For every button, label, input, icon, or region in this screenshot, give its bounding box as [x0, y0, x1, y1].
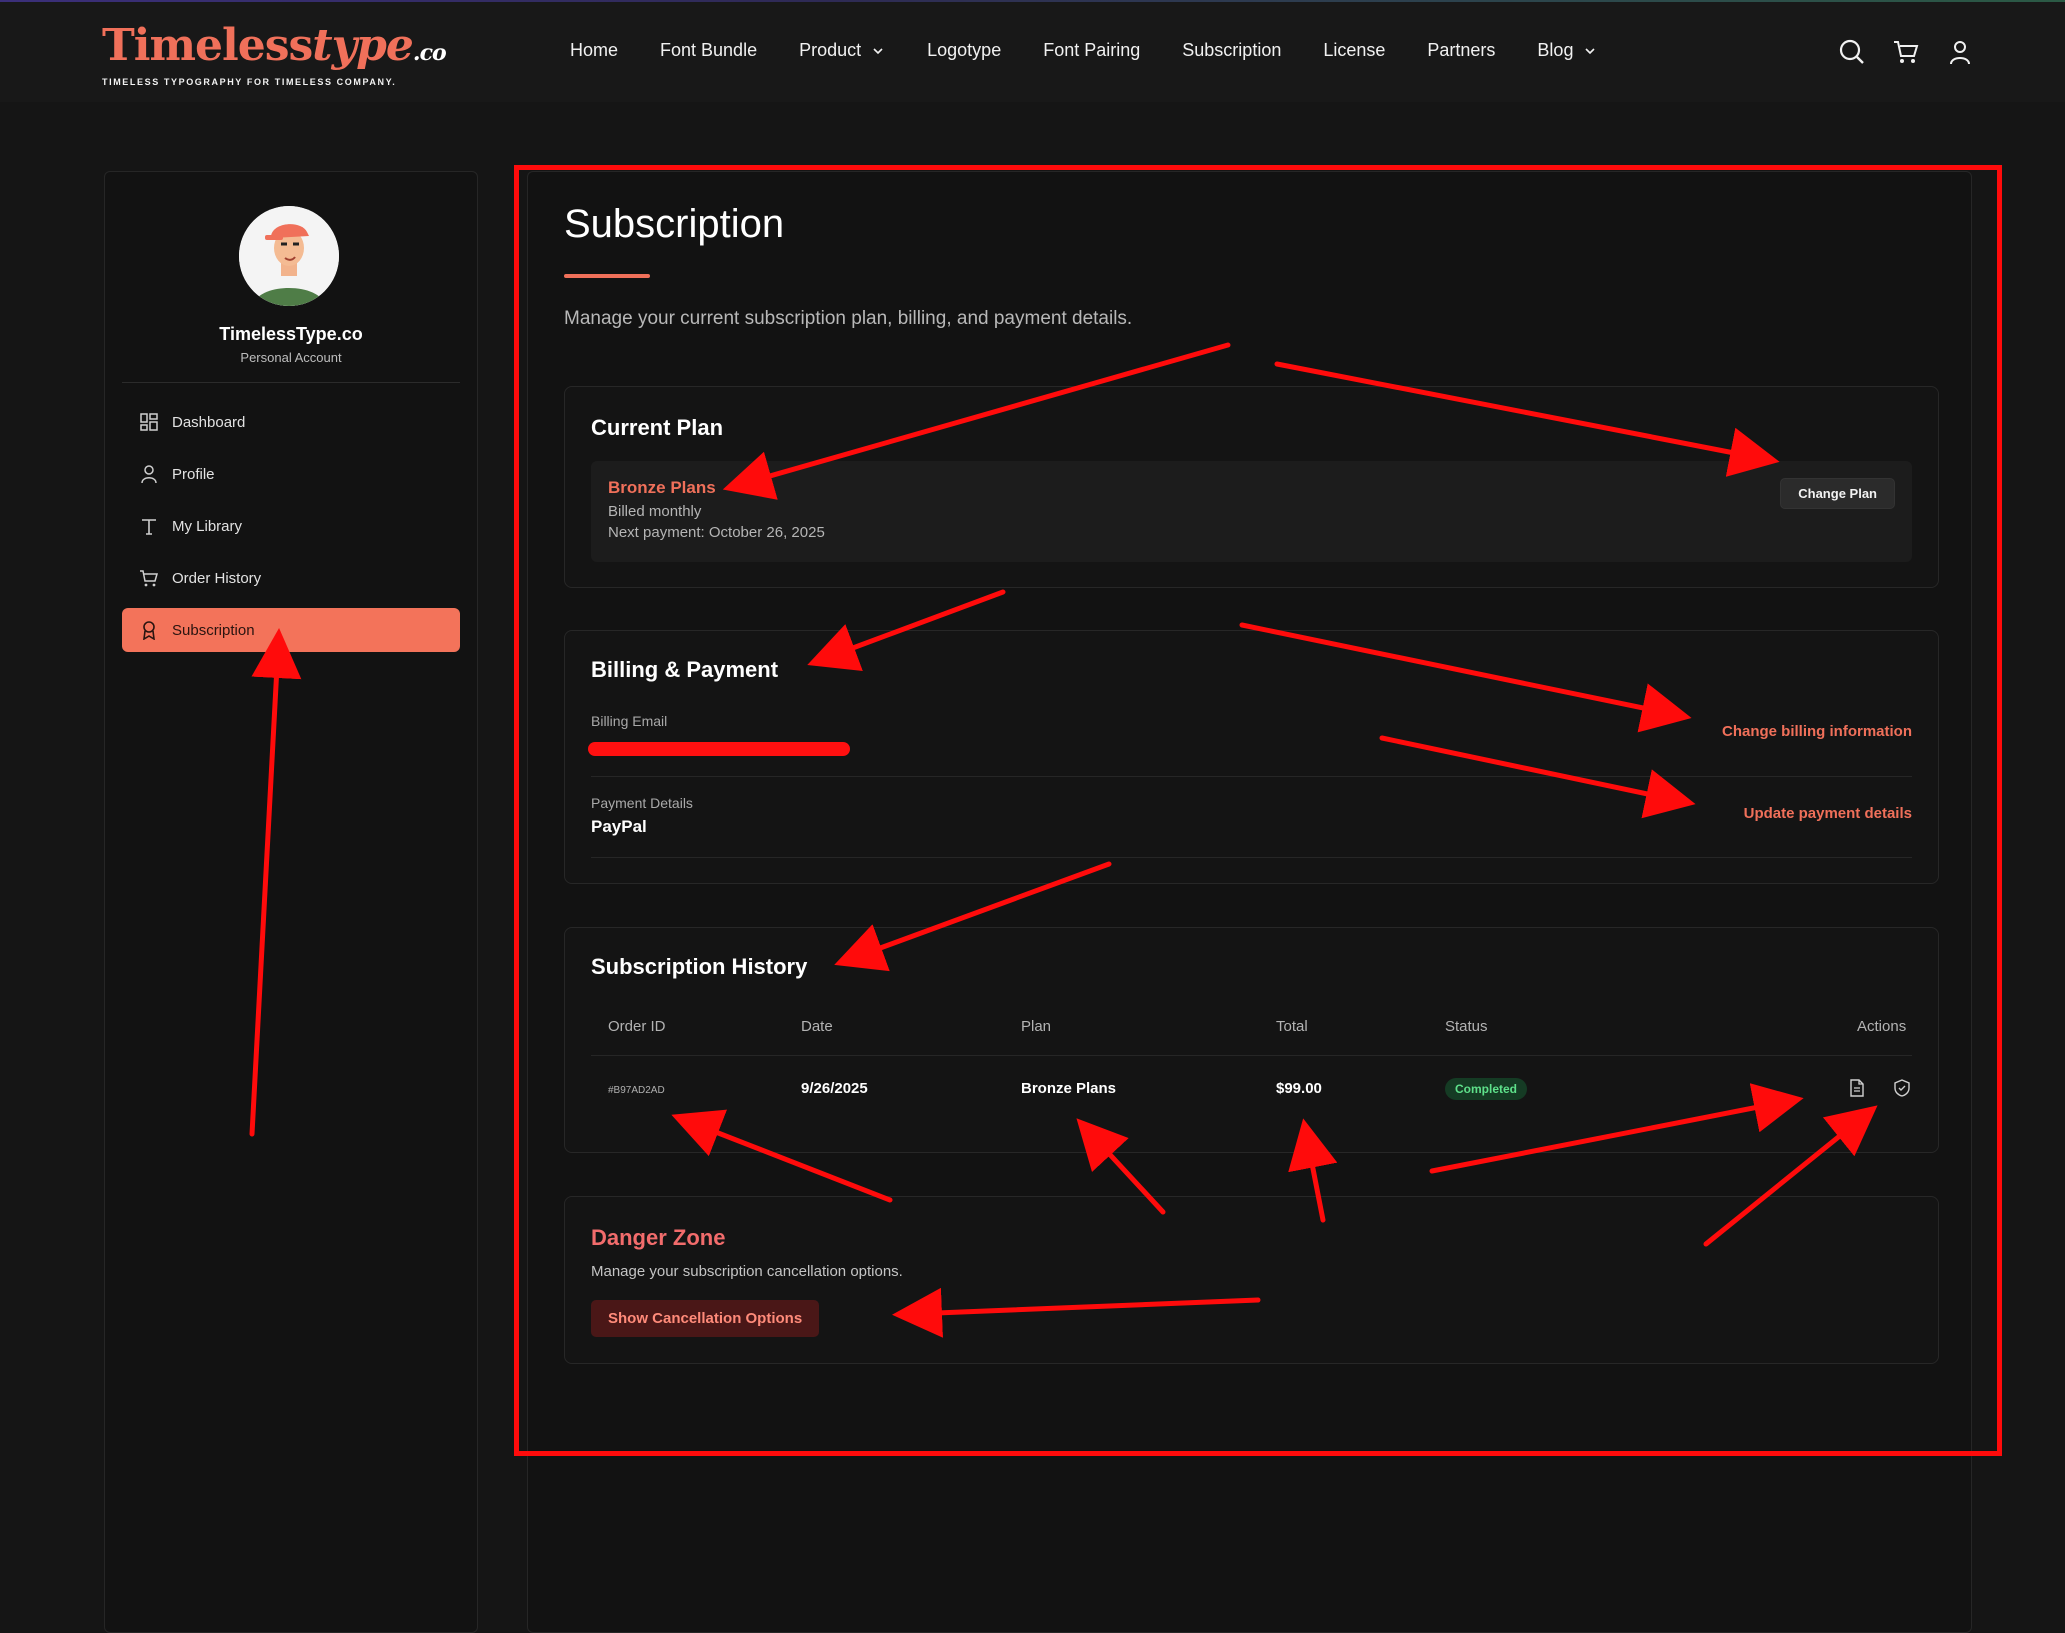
nav-label: Logotype: [927, 40, 1002, 60]
nav-subscription[interactable]: Subscription: [1182, 40, 1281, 61]
column-header: Status: [1445, 1018, 1488, 1035]
user-icon: [141, 465, 157, 484]
account-type: Personal Account: [240, 350, 342, 365]
history-card: Subscription History Order ID Date Plan …: [564, 927, 1939, 1153]
nav-product[interactable]: Product: [799, 40, 885, 61]
sidebar-item-my-library[interactable]: My Library: [122, 504, 460, 548]
nav-partners[interactable]: Partners: [1427, 40, 1495, 61]
nav-home[interactable]: Home: [570, 40, 618, 61]
column-header: Order ID: [608, 1018, 666, 1035]
site-header: Timelesstype.co TIMELESS TYPOGRAPHY FOR …: [0, 2, 2065, 102]
logo-wordmark: Timelesstype.co: [102, 20, 447, 71]
payment-details-label: Payment Details: [591, 795, 693, 811]
order-date: 9/26/2025: [801, 1080, 868, 1097]
search-icon[interactable]: [1838, 38, 1866, 66]
sidebar-item-order-history[interactable]: Order History: [122, 556, 460, 600]
header-actions: [1838, 38, 1974, 66]
update-payment-link[interactable]: Update payment details: [1744, 805, 1912, 822]
change-billing-link[interactable]: Change billing information: [1722, 723, 1912, 740]
payment-method: PayPal: [591, 817, 647, 836]
danger-zone-card: Danger Zone Manage your subscription can…: [564, 1196, 1939, 1364]
nav-blog[interactable]: Blog: [1537, 40, 1597, 61]
sidebar-item-label: My Library: [172, 517, 243, 535]
plan-name: Bronze Plans: [608, 478, 716, 497]
row-divider: [591, 857, 1912, 858]
nav-label: Partners: [1427, 40, 1496, 60]
cart-icon[interactable]: [1892, 38, 1920, 66]
header-divider: [591, 1055, 1912, 1056]
page-subtitle: Manage your current subscription plan, b…: [564, 308, 1133, 329]
current-plan-card: Current Plan Bronze Plans Billed monthly…: [564, 386, 1939, 588]
nav-label: Home: [570, 40, 619, 60]
nav-label: Font Pairing: [1043, 40, 1141, 60]
user-icon[interactable]: [1946, 38, 1974, 66]
dashboard-icon: [140, 413, 158, 431]
sidebar-item-dashboard[interactable]: Dashboard: [122, 400, 460, 444]
sidebar-item-label: Subscription: [172, 621, 255, 639]
avatar-illustration: [239, 206, 339, 306]
sidebar-item-label: Profile: [172, 465, 215, 483]
sidebar-divider: [122, 382, 460, 383]
page-title: Subscription: [564, 202, 785, 246]
next-payment-date: Next payment: October 26, 2025: [608, 524, 825, 541]
billing-email-label: Billing Email: [591, 713, 668, 729]
column-header: Date: [801, 1018, 833, 1035]
card-title: Billing & Payment: [591, 657, 779, 682]
type-icon: [142, 519, 156, 535]
column-header: Total: [1276, 1018, 1308, 1035]
chevron-down-icon: [1585, 47, 1596, 54]
badge-icon: [143, 621, 155, 640]
sidebar-item-label: Order History: [172, 569, 262, 587]
nav-label: Blog: [1537, 40, 1574, 60]
shield-check-icon[interactable]: [1892, 1078, 1912, 1098]
nav-label: Subscription: [1182, 40, 1282, 60]
plan-summary: Bronze Plans Billed monthly Next payment…: [591, 461, 1912, 562]
status-badge: Completed: [1445, 1078, 1528, 1100]
plan-billing-cycle: Billed monthly: [608, 503, 702, 520]
order-plan: Bronze Plans: [1021, 1080, 1117, 1097]
invoice-icon[interactable]: [1847, 1078, 1867, 1098]
danger-zone-title: Danger Zone: [591, 1225, 726, 1250]
order-total: $99.00: [1276, 1080, 1322, 1097]
subscription-panel: Subscription Manage your current subscri…: [527, 171, 1972, 1633]
card-title: Subscription History: [591, 954, 808, 979]
account-name: TimelessType.co: [219, 324, 363, 344]
danger-zone-subtitle: Manage your subscription cancellation op…: [591, 1263, 903, 1280]
avatar: [239, 206, 339, 306]
nav-font-bundle[interactable]: Font Bundle: [660, 40, 757, 61]
nav-label: Product: [799, 40, 862, 60]
sidebar-item-profile[interactable]: Profile: [122, 452, 460, 496]
show-cancellation-button[interactable]: Show Cancellation Options: [591, 1300, 820, 1337]
nav-logotype[interactable]: Logotype: [927, 40, 1001, 61]
sidebar-item-label: Dashboard: [172, 413, 246, 431]
column-header: Plan: [1021, 1018, 1052, 1035]
billing-card: Billing & Payment Billing Email Change b…: [564, 630, 1939, 884]
column-header: Actions: [1857, 1018, 1907, 1035]
title-underline: [564, 274, 650, 278]
order-id: #B97AD2AD: [608, 1085, 665, 1096]
site-logo[interactable]: Timelesstype.co TIMELESS TYPOGRAPHY FOR …: [102, 20, 447, 88]
change-plan-button[interactable]: Change Plan: [1780, 478, 1895, 509]
card-title: Current Plan: [591, 415, 724, 440]
nav-label: Font Bundle: [660, 40, 758, 60]
cart-icon: [140, 570, 158, 587]
chevron-down-icon: [873, 47, 883, 54]
main-nav: Home Font Bundle Product Logotype Font P…: [570, 40, 1639, 61]
redacted-email: [588, 742, 850, 756]
nav-font-pairing[interactable]: Font Pairing: [1043, 40, 1140, 61]
row-divider: [591, 776, 1912, 777]
account-sidebar: TimelessType.co Personal Account Dashboa…: [104, 171, 478, 1633]
sidebar-item-subscription[interactable]: Subscription: [122, 608, 460, 652]
nav-label: License: [1323, 40, 1386, 60]
nav-license[interactable]: License: [1323, 40, 1385, 61]
logo-tagline: TIMELESS TYPOGRAPHY FOR TIMELESS COMPANY…: [102, 77, 397, 87]
